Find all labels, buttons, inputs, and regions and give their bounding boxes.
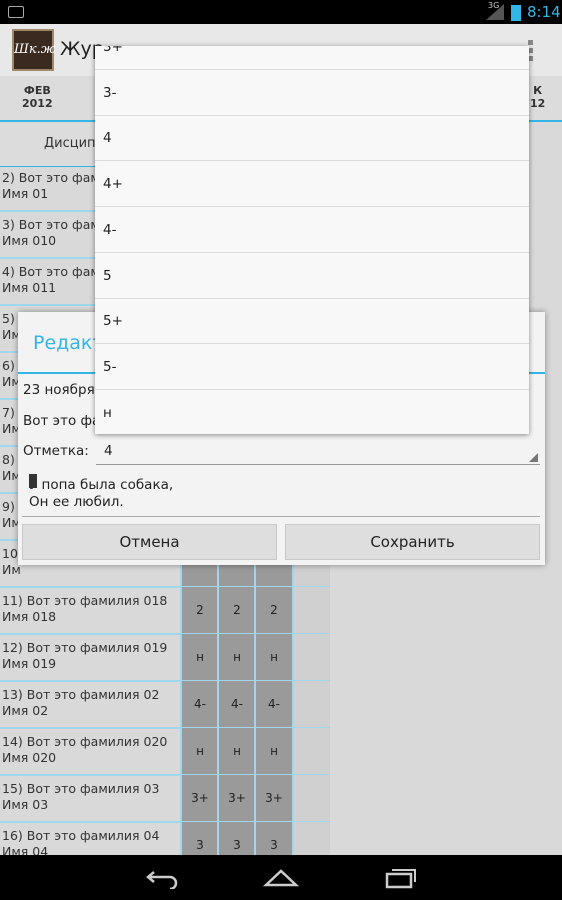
dropdown-option[interactable]: 5-	[95, 344, 529, 390]
student-row[interactable]: 14) Вот это фамилия 020 Имя 020 н н н	[0, 728, 330, 776]
mark-cell[interactable]: 2	[254, 587, 292, 633]
spinner-arrow-icon	[529, 453, 538, 462]
student-row-name: 14) Вот это фамилия 020 Имя 020	[2, 734, 168, 765]
dropdown-option[interactable]: 3+	[95, 46, 529, 70]
mark-cell[interactable]	[292, 587, 330, 633]
mark-spinner[interactable]: 4	[96, 438, 540, 465]
mark-value: 4	[104, 443, 113, 459]
mark-cell[interactable]: н	[180, 728, 218, 774]
lesson-date: 23 ноября	[23, 382, 95, 398]
dropdown-option[interactable]: 4	[95, 115, 529, 162]
dropdown-option[interactable]: 4-	[95, 207, 529, 253]
battery-icon	[511, 5, 521, 21]
tab-month-next[interactable]: К 12	[530, 84, 545, 110]
mark-cell[interactable]: 2	[217, 587, 255, 633]
mark-cell[interactable]: н	[217, 728, 255, 774]
mark-cell[interactable]: 4-	[254, 681, 292, 727]
mark-cell[interactable]	[292, 728, 330, 774]
mark-cell[interactable]: 4-	[217, 681, 255, 727]
mark-cell[interactable]: н	[180, 634, 218, 680]
save-button[interactable]: Сохранить	[285, 524, 540, 560]
home-icon[interactable]	[263, 865, 299, 889]
comment-field[interactable]: У попа была собака, Он ее любил.	[22, 472, 540, 517]
keyboard-icon	[8, 6, 24, 18]
student-row-name: 13) Вот это фамилия 02 Имя 02	[2, 687, 160, 718]
dropdown-option[interactable]: 5	[95, 253, 529, 299]
student-row[interactable]: 11) Вот это фамилия 018 Имя 018 2 2 2	[0, 587, 330, 635]
navigation-bar	[0, 855, 562, 900]
student-row[interactable]: 15) Вот это фамилия 03 Имя 03 3+ 3+ 3+	[0, 775, 330, 823]
student-row-name: 15) Вот это фамилия 03 Имя 03	[2, 781, 160, 812]
student-name: Вот это фа	[23, 413, 101, 429]
dropdown-option[interactable]: н	[95, 390, 529, 434]
mark-cell[interactable]: 3+	[254, 775, 292, 821]
discipline-header: Дисцип	[44, 136, 96, 151]
mark-cell[interactable]: н	[217, 634, 255, 680]
mark-cell[interactable]: 3+	[217, 775, 255, 821]
student-row[interactable]: 13) Вот это фамилия 02 Имя 02 4- 4- 4-	[0, 681, 330, 729]
student-row[interactable]: 12) Вот это фамилия 019 Имя 019 н н н	[0, 634, 330, 682]
back-icon[interactable]	[144, 865, 180, 889]
text-cursor	[29, 474, 37, 488]
app-logo[interactable]: Шк.ж	[12, 29, 56, 71]
mark-cell[interactable]: н	[254, 634, 292, 680]
dropdown-option[interactable]: 4+	[95, 161, 529, 208]
status-time: 8:14	[527, 3, 561, 21]
status-bar: 3G 8:14	[0, 0, 562, 24]
mark-dropdown-list: 3+ 3- 4 4+ 4- 5 5+ 5- н	[95, 46, 529, 434]
signal-icon	[486, 4, 504, 20]
mark-cell[interactable]	[292, 634, 330, 680]
student-row-name: 12) Вот это фамилия 019 Имя 019	[2, 640, 168, 671]
mark-cell[interactable]: н	[254, 728, 292, 774]
mark-cell[interactable]	[292, 775, 330, 821]
dropdown-option[interactable]: 3-	[95, 70, 529, 116]
mark-cell[interactable]: 3+	[180, 775, 218, 821]
mark-label: Отметка:	[23, 443, 89, 459]
mark-cell[interactable]: 2	[180, 587, 218, 633]
tab-month-feb[interactable]: ФЕВ 2012	[22, 84, 53, 110]
dropdown-option[interactable]: 5+	[95, 298, 529, 345]
mark-cell[interactable]: 4-	[180, 681, 218, 727]
recents-icon[interactable]	[383, 865, 419, 889]
cancel-button[interactable]: Отмена	[22, 524, 277, 560]
dialog-title: Редакт	[33, 332, 104, 354]
student-row-name: 11) Вот это фамилия 018 Имя 018	[2, 593, 168, 624]
mark-cell[interactable]	[292, 681, 330, 727]
